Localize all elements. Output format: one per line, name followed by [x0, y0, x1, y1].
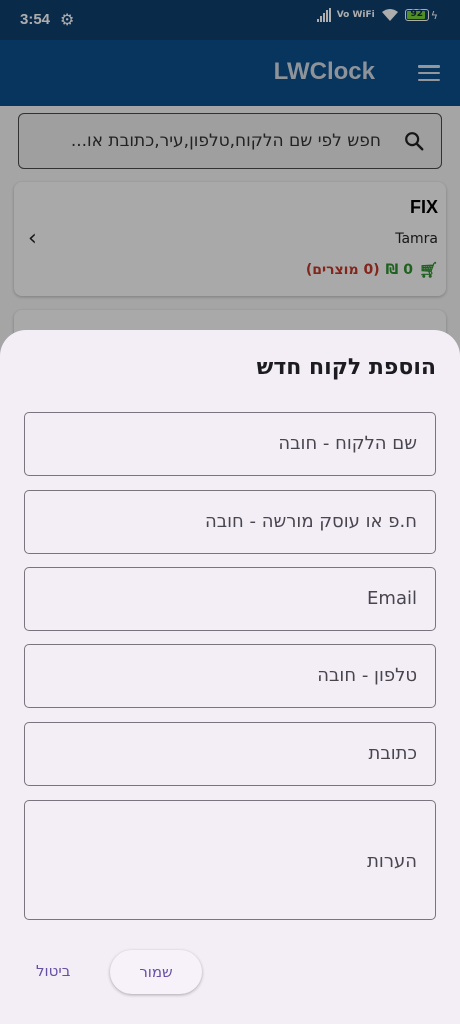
add-customer-sheet: הוספת לקוח חדש שם הלקוח - חובה ח.פ או עו… [0, 330, 460, 1024]
customer-name-field[interactable]: שם הלקוח - חובה [24, 412, 436, 476]
save-button[interactable]: שמור [110, 950, 202, 994]
field-label: שם הלקוח - חובה [278, 433, 417, 454]
phone-field[interactable]: טלפון - חובה [24, 644, 436, 708]
field-label: טלפון - חובה [317, 665, 417, 686]
email-field[interactable]: Email [24, 567, 436, 631]
address-field[interactable]: כתובת [24, 722, 436, 786]
field-label: הערות [367, 851, 417, 872]
business-id-field[interactable]: ח.פ או עוסק מורשה - חובה [24, 490, 436, 554]
dialog-title: הוספת לקוח חדש [256, 355, 436, 380]
notes-field[interactable]: הערות [24, 800, 436, 920]
field-label: ח.פ או עוסק מורשה - חובה [204, 511, 417, 532]
field-label: כתובת [368, 743, 418, 764]
field-label: Email [367, 588, 417, 609]
cancel-button[interactable]: ביטול [36, 962, 70, 980]
